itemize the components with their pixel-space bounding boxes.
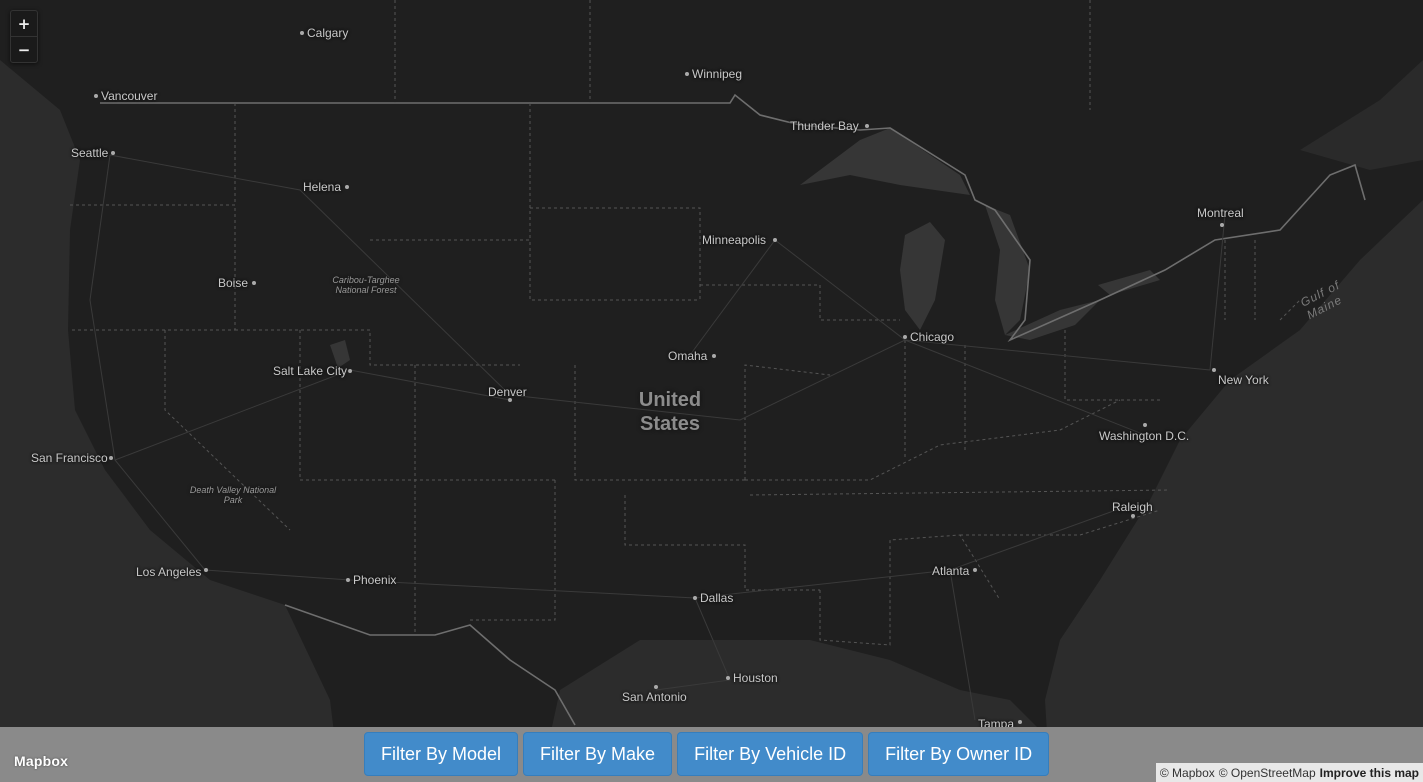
country-label: United States — [638, 389, 702, 435]
attribution-mapbox-link[interactable]: © Mapbox — [1160, 766, 1215, 780]
park-label-death-valley: Death Valley National Park — [189, 485, 277, 505]
city-label-minneapolis: Minneapolis — [702, 233, 767, 247]
filter-button-group: Filter By Model Filter By Make Filter By… — [364, 732, 1050, 776]
park-label-caribou-targhee: Caribou-Targhee National Forest — [332, 275, 400, 295]
city-label-thunder-bay: Thunder Bay — [790, 119, 859, 133]
filter-by-vehicle-id-button[interactable]: Filter By Vehicle ID — [677, 732, 864, 776]
city-label-seattle: Seattle — [71, 146, 109, 160]
filter-by-make-button[interactable]: Filter By Make — [523, 732, 673, 776]
filter-by-owner-id-button[interactable]: Filter By Owner ID — [868, 732, 1050, 776]
city-label-san-antonio: San Antonio — [622, 690, 687, 704]
mapbox-logo[interactable]: Mapbox — [14, 753, 68, 769]
city-label-atlanta: Atlanta — [932, 564, 970, 578]
zoom-out-button[interactable]: − — [11, 36, 37, 62]
city-label-omaha: Omaha — [668, 349, 708, 363]
zoom-control: + − — [10, 10, 38, 63]
map-canvas[interactable]: Calgary Winnipeg Vancouver Thunder Bay S… — [0, 0, 1423, 782]
city-label-houston: Houston — [733, 671, 778, 685]
filter-by-model-button[interactable]: Filter By Model — [364, 732, 519, 776]
city-label-dallas: Dallas — [700, 591, 734, 605]
city-label-vancouver: Vancouver — [101, 89, 158, 103]
city-label-washington-dc: Washington D.C. — [1099, 429, 1190, 443]
city-label-boise: Boise — [218, 276, 249, 290]
zoom-in-button[interactable]: + — [11, 11, 37, 36]
city-label-montreal: Montreal — [1197, 206, 1244, 220]
city-label-winnipeg: Winnipeg — [692, 67, 743, 81]
map-attribution: © Mapbox © OpenStreetMap Improve this ma… — [1155, 763, 1423, 782]
city-label-salt-lake-city: Salt Lake City — [273, 364, 348, 378]
city-label-denver: Denver — [488, 385, 527, 399]
city-label-phoenix: Phoenix — [353, 573, 397, 587]
city-label-calgary: Calgary — [307, 26, 349, 40]
city-label-helena: Helena — [303, 180, 342, 194]
attribution-osm-link[interactable]: © OpenStreetMap — [1219, 766, 1316, 780]
basemap — [0, 0, 1423, 782]
city-label-raleigh: Raleigh — [1112, 500, 1153, 514]
city-label-los-angeles: Los Angeles — [136, 565, 202, 579]
city-label-chicago: Chicago — [910, 330, 955, 344]
city-label-san-francisco: San Francisco — [31, 451, 108, 465]
improve-map-link[interactable]: Improve this map — [1320, 766, 1419, 780]
city-label-new-york: New York — [1218, 373, 1269, 387]
